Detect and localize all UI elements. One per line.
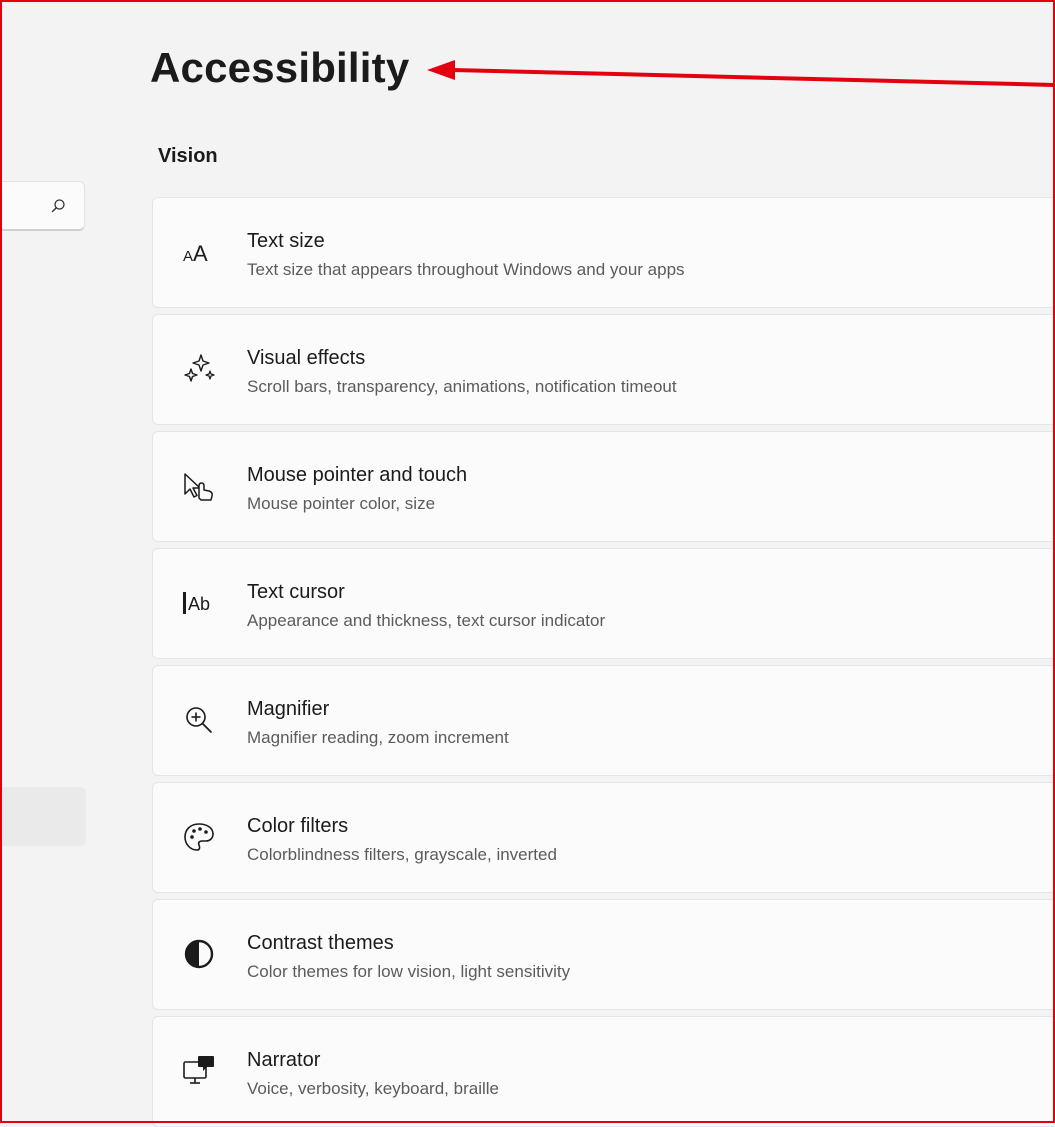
setting-card-text-cursor[interactable]: Ab Text cursor Appearance and thickness,… (152, 548, 1055, 659)
setting-subtitle: Text size that appears throughout Window… (247, 260, 685, 279)
text-cursor-icon: Ab (183, 592, 210, 614)
setting-subtitle: Color themes for low vision, light sensi… (247, 962, 571, 981)
search-icon (51, 199, 65, 213)
svg-text:Ab: Ab (188, 594, 210, 614)
text-size-icon: A A (183, 241, 208, 266)
setting-subtitle: Scroll bars, transparency, animations, n… (247, 377, 677, 396)
setting-card-mouse-pointer[interactable]: Mouse pointer and touch Mouse pointer co… (152, 431, 1055, 542)
setting-title: Visual effects (247, 347, 366, 369)
section-label-vision: Vision (158, 145, 218, 167)
setting-subtitle: Appearance and thickness, text cursor in… (247, 611, 606, 630)
setting-subtitle: Colorblindness filters, grayscale, inver… (247, 845, 557, 864)
palette-icon (184, 823, 214, 851)
sparkle-icon (184, 354, 215, 382)
setting-subtitle: Voice, verbosity, keyboard, braille (247, 1079, 499, 1098)
mouse-pointer-touch-icon (184, 473, 213, 501)
magnifier-icon (186, 707, 212, 733)
svg-text:A: A (183, 248, 193, 265)
nav-item-selected[interactable] (0, 787, 86, 846)
setting-title: Magnifier (247, 698, 330, 720)
page-title: Accessibility (150, 44, 410, 91)
setting-title: Contrast themes (247, 932, 394, 954)
setting-subtitle: Magnifier reading, zoom increment (247, 728, 509, 747)
setting-title: Text size (247, 230, 325, 252)
setting-title: Narrator (247, 1049, 321, 1071)
setting-card-magnifier[interactable]: Magnifier Magnifier reading, zoom increm… (152, 665, 1055, 776)
contrast-icon (184, 939, 214, 969)
narrator-icon (183, 1056, 214, 1084)
setting-title: Color filters (247, 815, 349, 837)
search-input[interactable] (0, 181, 85, 231)
annotation-arrow (427, 60, 1055, 87)
setting-title: Text cursor (247, 581, 345, 603)
setting-card-visual-effects[interactable]: Visual effects Scroll bars, transparency… (152, 314, 1055, 425)
setting-title: Mouse pointer and touch (247, 464, 468, 486)
setting-card-color-filters[interactable]: Color filters Colorblindness filters, gr… (152, 782, 1055, 893)
setting-card-contrast-themes[interactable]: Contrast themes Color themes for low vis… (152, 899, 1055, 1010)
setting-card-text-size[interactable]: A A Text size Text size that appears thr… (152, 197, 1055, 308)
setting-subtitle: Mouse pointer color, size (247, 494, 436, 513)
setting-card-narrator[interactable]: Narrator Voice, verbosity, keyboard, bra… (152, 1016, 1055, 1127)
svg-text:A: A (193, 241, 208, 266)
